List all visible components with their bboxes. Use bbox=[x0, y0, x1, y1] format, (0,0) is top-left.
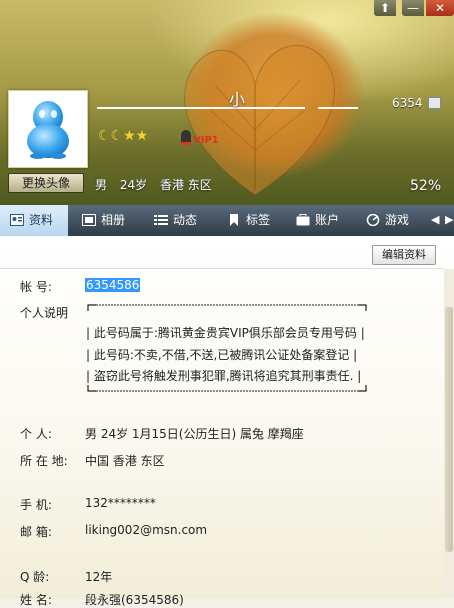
divider bbox=[0, 268, 444, 269]
signature-underline bbox=[318, 107, 358, 109]
qq-age-value: 12年 bbox=[85, 570, 113, 584]
level-icons[interactable]: ☾☾★★ bbox=[98, 128, 148, 144]
profile-card-icon bbox=[10, 214, 24, 226]
tab-tags[interactable]: 标签 bbox=[227, 205, 270, 236]
vip-badge[interactable]: VIP1 bbox=[181, 130, 219, 146]
tab-label: 账户 bbox=[315, 213, 340, 227]
name-label: 姓 名: bbox=[20, 593, 52, 607]
tab-bar: 资料 相册 动态 标签 账户 游戏 ◀ ▶ bbox=[0, 205, 454, 236]
nickname[interactable]: 小 bbox=[229, 86, 245, 110]
location: 香港 东区 bbox=[159, 178, 212, 192]
gender: 男 bbox=[95, 178, 108, 192]
bookmark-icon bbox=[230, 214, 238, 226]
mail-icon[interactable] bbox=[428, 97, 441, 109]
tab-scroll-left-icon[interactable]: ◀ bbox=[431, 213, 439, 226]
tab-account[interactable]: 账户 bbox=[296, 205, 339, 236]
mobile-value: 132******** bbox=[85, 496, 156, 510]
location-value: 中国 香港 东区 bbox=[85, 454, 165, 468]
personal-value: 男 24岁 1月15日(公历生日) 属兔 摩羯座 bbox=[85, 427, 304, 441]
signature-label: 个人说明 bbox=[20, 306, 69, 320]
email-label: 邮 箱: bbox=[20, 525, 52, 539]
avatar-frame[interactable] bbox=[8, 90, 88, 168]
minimize-button[interactable]: — bbox=[402, 0, 424, 16]
nickname-underline bbox=[97, 107, 305, 109]
qq-age-label: Q 龄: bbox=[20, 570, 50, 584]
shirt-icon: ⬆ bbox=[379, 1, 391, 15]
signature-line: | 此号码:不卖,不借,不送,已被腾讯公证处备案登记 | bbox=[86, 348, 358, 362]
tab-label: 标签 bbox=[246, 213, 271, 227]
account-value[interactable]: 6354586 bbox=[85, 278, 141, 292]
profile-summary: 男 24岁 香港 东区 bbox=[95, 176, 221, 193]
avatar-penguin-icon bbox=[27, 101, 69, 159]
skin-button[interactable]: ⬆ bbox=[374, 0, 396, 16]
vip-label: VIP1 bbox=[193, 135, 219, 146]
signature-line: | 此号码属于:腾讯黄金贵宾VIP俱乐部会员专用号码 | bbox=[86, 326, 365, 340]
qq-number: 6354 bbox=[392, 96, 423, 110]
mobile-label: 手 机: bbox=[20, 498, 52, 512]
profile-content: 编辑资料 帐 号: 6354586 个人说明 | 此号码属于:腾讯黄金贵宾VIP… bbox=[0, 236, 454, 607]
profile-header: ⬆ — ✕ 更换头像 小 6354 ☾☾★★ VIP1 男 24岁 香港 东区 … bbox=[0, 0, 454, 205]
signature-line: | 盗窃此号将触发刑事犯罪,腾讯将追究其刑事责任. | bbox=[86, 369, 362, 383]
tab-label: 动态 bbox=[173, 213, 198, 227]
vip-penguin-icon bbox=[181, 130, 191, 145]
name-value: 段永强(6354586) bbox=[85, 593, 184, 607]
tab-profile[interactable]: 资料 bbox=[0, 205, 68, 236]
change-avatar-button[interactable]: 更换头像 bbox=[8, 173, 84, 193]
tab-scroll-right-icon[interactable]: ▶ bbox=[445, 213, 453, 226]
location-label: 所 在 地: bbox=[20, 454, 68, 468]
personal-label: 个 人: bbox=[20, 427, 52, 441]
photo-album-icon bbox=[82, 214, 96, 226]
scrollbar-thumb[interactable] bbox=[445, 307, 453, 552]
game-icon bbox=[366, 214, 380, 226]
tab-label: 游戏 bbox=[385, 213, 410, 227]
tab-games[interactable]: 游戏 bbox=[366, 205, 409, 236]
tab-label: 相册 bbox=[101, 213, 126, 227]
tab-feed[interactable]: 动态 bbox=[154, 205, 197, 236]
vertical-scrollbar[interactable] bbox=[444, 269, 454, 599]
wallet-icon bbox=[296, 214, 310, 226]
account-label: 帐 号: bbox=[20, 280, 52, 294]
age: 24岁 bbox=[119, 178, 148, 192]
email-value[interactable]: liking002@msn.com bbox=[85, 523, 207, 537]
profile-completion: 52% bbox=[410, 178, 442, 194]
close-button[interactable]: ✕ bbox=[426, 0, 454, 16]
tab-album[interactable]: 相册 bbox=[82, 205, 125, 236]
feed-icon bbox=[154, 215, 168, 225]
edit-profile-button[interactable]: 编辑资料 bbox=[372, 245, 436, 265]
tab-label: 资料 bbox=[29, 213, 54, 227]
